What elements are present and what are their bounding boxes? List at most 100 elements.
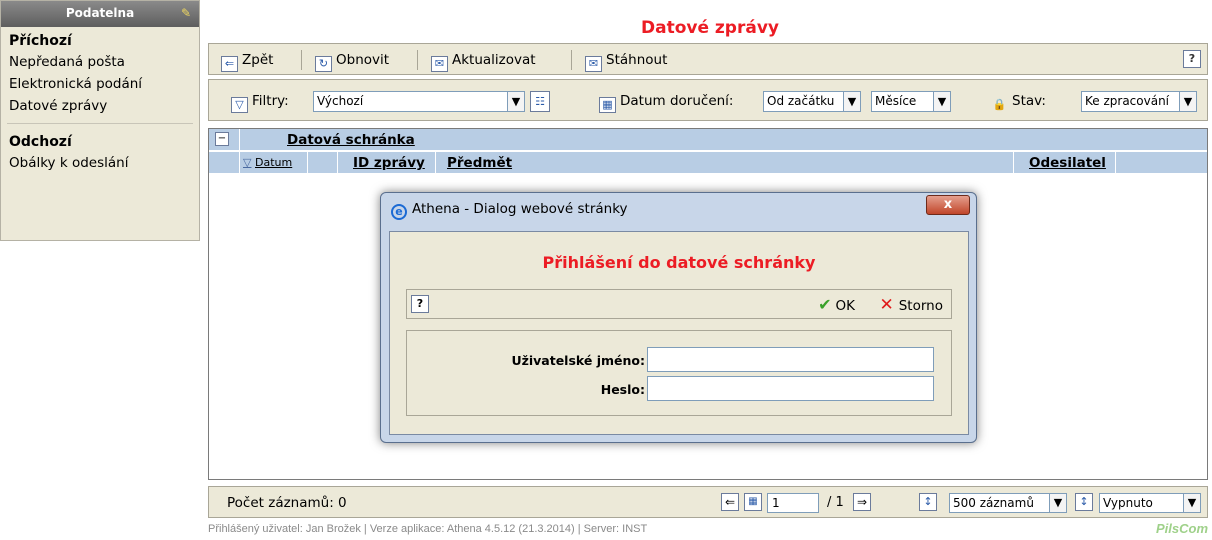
date-unit-value: Měsíce [875, 94, 917, 108]
mailbox-update-icon: ✉ [431, 56, 448, 72]
state-lock-icon: 🔒 [992, 98, 1007, 111]
chevron-down-icon: ▼ [507, 92, 524, 111]
toolbar-separator [301, 50, 302, 70]
sidebar-header: Podatelna ✎ [1, 1, 199, 27]
download-button[interactable]: ✉ Stáhnout [585, 50, 668, 72]
checkmark-icon: ✔ [818, 295, 832, 314]
sort-indicator-icon: ▽ [243, 156, 252, 169]
sidebar-section-outgoing: Odchozí [9, 134, 72, 150]
mailbox-download-icon: ✉ [585, 56, 602, 72]
page-title: Datové zprávy [640, 18, 779, 38]
page-size-select[interactable]: 500 záznamů ▼ [949, 493, 1067, 513]
ok-label: OK [835, 298, 855, 314]
chevron-down-icon: ▼ [1179, 92, 1196, 111]
sidebar-item-data-messages[interactable]: Datové zprávy [1, 95, 199, 117]
update-button[interactable]: ✉ Aktualizovat [431, 50, 536, 72]
page-total: / 1 [827, 495, 844, 510]
dialog-title-bar: e Athena - Dialog webové stránky [391, 201, 628, 220]
filter-select-value: Výchozí [317, 94, 364, 108]
grid-column-header: ▽ Datum ID zprávy Předmět Odesilatel [209, 152, 1207, 173]
column-message-id[interactable]: ID zprávy [353, 155, 425, 171]
filter-bar: ▽ Filtry: Výchozí ▼ ☷ ▦ Datum doručení: Od… [208, 79, 1208, 121]
username-label: Uživatelské jméno: [511, 353, 645, 368]
dialog-help-button[interactable]: ? [411, 295, 429, 313]
toolbar-separator [417, 50, 418, 70]
column-date[interactable]: Datum [255, 156, 292, 169]
grid-collapse-icon[interactable]: − [215, 132, 229, 146]
password-input[interactable] [647, 376, 934, 401]
sidebar-item-unsent-mail[interactable]: Nepředaná pošta [1, 51, 199, 73]
prev-page-icon[interactable]: ⇐ [721, 493, 739, 511]
page-number-input[interactable]: 1 [767, 493, 819, 513]
refresh-label: Obnovit [336, 52, 390, 68]
close-icon: ✕ [879, 295, 894, 315]
grid-separator [1115, 152, 1116, 173]
cancel-button[interactable]: ✕ Storno [879, 295, 943, 315]
refresh-button[interactable]: ↻ Obnovit [315, 50, 390, 72]
calendar-icon: ▦ [599, 97, 616, 113]
sidebar-header-label: Podatelna [65, 6, 135, 20]
sidebar-item-electronic-filings[interactable]: Elektronická podání [1, 73, 199, 95]
cancel-label: Storno [898, 298, 943, 314]
auto-refresh-value: Vypnuto [1103, 496, 1153, 510]
login-form: Uživatelské jméno: Heslo: [406, 330, 952, 416]
next-page-icon[interactable]: ⇒ [853, 493, 871, 511]
back-button[interactable]: ⇐ Zpět [221, 50, 274, 72]
chevron-down-icon: ▼ [933, 92, 950, 111]
chevron-down-icon: ▼ [843, 92, 860, 111]
grid-separator [239, 152, 240, 173]
state-select[interactable]: Ke zpracování ▼ [1081, 91, 1197, 112]
filter-select[interactable]: Výchozí ▼ [313, 91, 525, 112]
filter-edit-button[interactable]: ☷ [530, 91, 550, 112]
page-size-icon: ↕ [919, 493, 937, 511]
goto-page-icon[interactable]: ▦ [744, 493, 762, 511]
browser-icon: e [391, 204, 407, 220]
refresh-icon: ↻ [315, 56, 332, 72]
delivery-date-label-group: ▦ Datum doručení: [599, 93, 733, 113]
auto-refresh-icon: ↕ [1075, 493, 1093, 511]
filters-label-group: ▽ Filtry: [231, 93, 289, 113]
password-label: Heslo: [600, 382, 645, 397]
grid-group-header: − Datová schránka [209, 129, 1207, 151]
grid-separator [239, 129, 240, 151]
column-subject[interactable]: Předmět [447, 155, 512, 171]
status-bar: Přihlášený uživatel: Jan Brožek | Verze … [208, 523, 648, 535]
record-count: Počet záznamů: 0 [227, 495, 347, 511]
grid-separator [337, 152, 338, 173]
state-label-group: 🔒 Stav: [991, 93, 1046, 114]
help-button[interactable]: ? [1183, 50, 1201, 68]
toolbar-separator [571, 50, 572, 70]
sidebar-section-incoming: Příchozí [9, 33, 72, 49]
chevron-down-icon: ▼ [1183, 494, 1200, 512]
state-value: Ke zpracování [1085, 94, 1170, 108]
dialog-toolbar: ? ✔ OK ✕ Storno [406, 289, 952, 319]
dialog-window-title: Athena - Dialog webové stránky [412, 201, 628, 217]
sidebar-divider [7, 123, 193, 124]
back-arrow-icon: ⇐ [221, 56, 238, 72]
username-input[interactable] [647, 347, 934, 372]
pin-icon[interactable]: ✎ [179, 6, 193, 20]
ok-button[interactable]: ✔ OK [818, 295, 855, 314]
main-toolbar: ⇐ Zpět ↻ Obnovit ✉ Aktualizovat ✉ Stáhnout ? [208, 43, 1208, 75]
login-dialog: e Athena - Dialog webové stránky x Přihlá… [380, 192, 977, 443]
grid-footer: Počet záznamů: 0 ⇐ ▦ 1 / 1 ⇒ ↕ 500 zázna… [208, 486, 1208, 518]
download-label: Stáhnout [606, 52, 668, 68]
date-unit-select[interactable]: Měsíce ▼ [871, 91, 951, 112]
filter-edit-icon: ☷ [535, 95, 545, 108]
date-from-select[interactable]: Od začátku ▼ [763, 91, 861, 112]
column-sender[interactable]: Odesilatel [1029, 155, 1106, 171]
sidebar-item-envelopes-to-send[interactable]: Obálky k odeslání [1, 152, 199, 174]
state-label: Stav: [1012, 93, 1046, 109]
date-from-value: Od začátku [767, 94, 835, 108]
group-header-data-box[interactable]: Datová schránka [287, 132, 415, 148]
chevron-down-icon: ▼ [1049, 494, 1066, 512]
back-label: Zpět [242, 52, 274, 68]
sidebar-panel: Podatelna ✎ Příchozí Nepředaná pošta Ele… [0, 0, 200, 241]
dialog-close-button[interactable]: x [926, 195, 970, 215]
dialog-body: Přihlášení do datové schránky ? ✔ OK ✕ Sto… [389, 231, 969, 435]
auto-refresh-select[interactable]: Vypnuto ▼ [1099, 493, 1201, 513]
grid-separator [1013, 152, 1014, 173]
dialog-heading: Přihlášení do datové schránky [542, 253, 816, 272]
delivery-date-label: Datum doručení: [620, 93, 734, 109]
filter-icon: ▽ [231, 97, 248, 113]
